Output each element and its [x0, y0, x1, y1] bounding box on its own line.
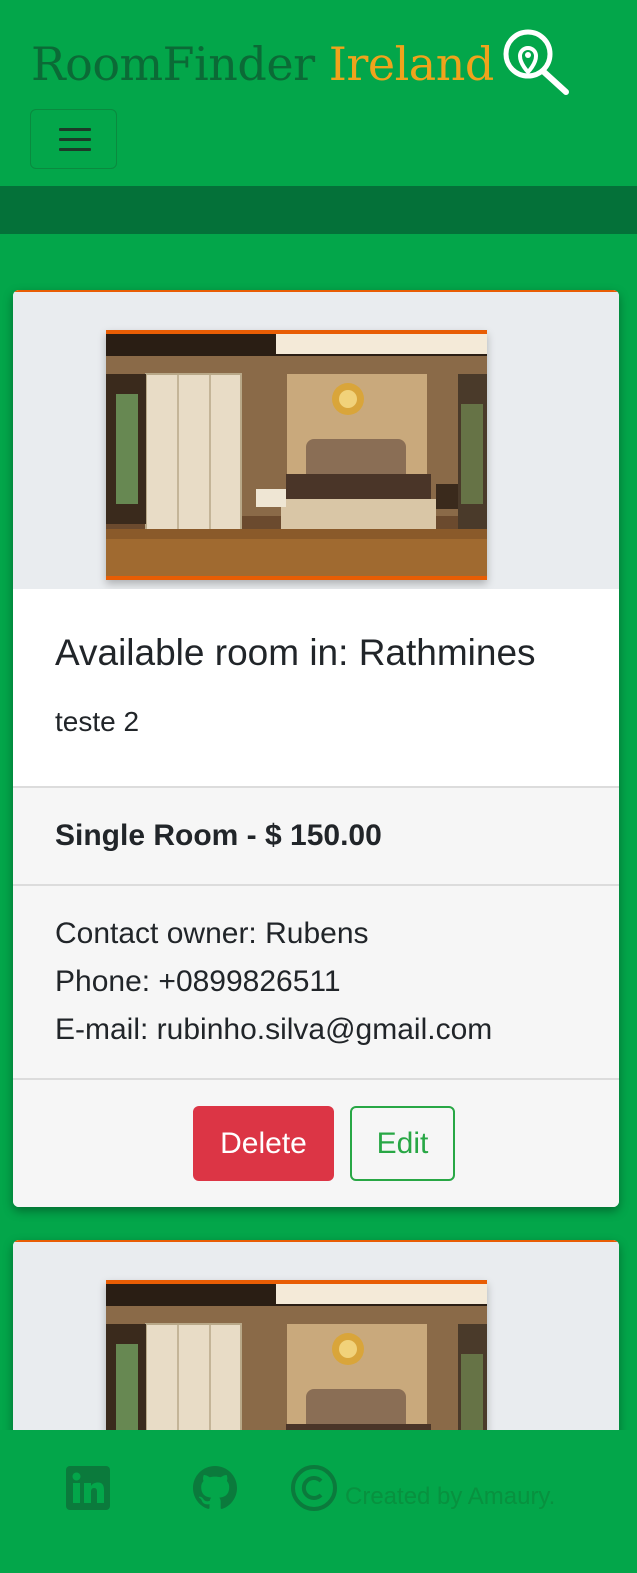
room-description: teste 2	[55, 706, 140, 737]
room-card: Available room in: Rathmines teste 2 Sin…	[13, 290, 619, 1207]
brand-roomfinder: RoomFinder	[31, 37, 315, 91]
delete-button[interactable]: Delete	[193, 1106, 334, 1181]
footer-credit: Created by Amaury.	[345, 1483, 556, 1510]
price-section: Single Room - $ 150.00	[13, 788, 619, 886]
contact-phone: Phone: +0899826511	[55, 965, 341, 998]
contact-section: Contact owner: Rubens Phone: +0899826511…	[13, 886, 619, 1080]
location-search-icon	[503, 29, 569, 95]
bedroom-photo	[106, 330, 487, 580]
listings-container: Available room in: Rathmines teste 2 Sin…	[0, 234, 637, 1430]
header-divider-strip	[0, 186, 637, 234]
room-card	[13, 1240, 619, 1430]
brand-title[interactable]: RoomFinder Ireland	[31, 34, 494, 94]
bedroom-photo	[106, 1280, 487, 1430]
github-icon[interactable]	[191, 1464, 239, 1512]
brand-ireland: Ireland	[328, 37, 495, 91]
navbar: RoomFinder Ireland	[0, 0, 637, 186]
card-body: Available room in: Rathmines teste 2	[13, 589, 619, 788]
card-image-area	[13, 290, 619, 589]
room-price: Single Room - $ 150.00	[55, 819, 382, 852]
card-actions: Delete Edit	[13, 1080, 619, 1207]
menu-toggle-button[interactable]	[30, 109, 117, 169]
contact-owner: Contact owner: Rubens	[55, 917, 369, 950]
room-title: Available room in: Rathmines	[55, 632, 536, 673]
copyright-icon	[291, 1465, 337, 1511]
edit-button[interactable]: Edit	[350, 1106, 455, 1181]
contact-email: E-mail: rubinho.silva@gmail.com	[55, 1013, 493, 1046]
footer: Created by Amaury.	[0, 1430, 637, 1573]
linkedin-icon[interactable]	[66, 1466, 110, 1510]
card-image-area	[13, 1240, 619, 1430]
